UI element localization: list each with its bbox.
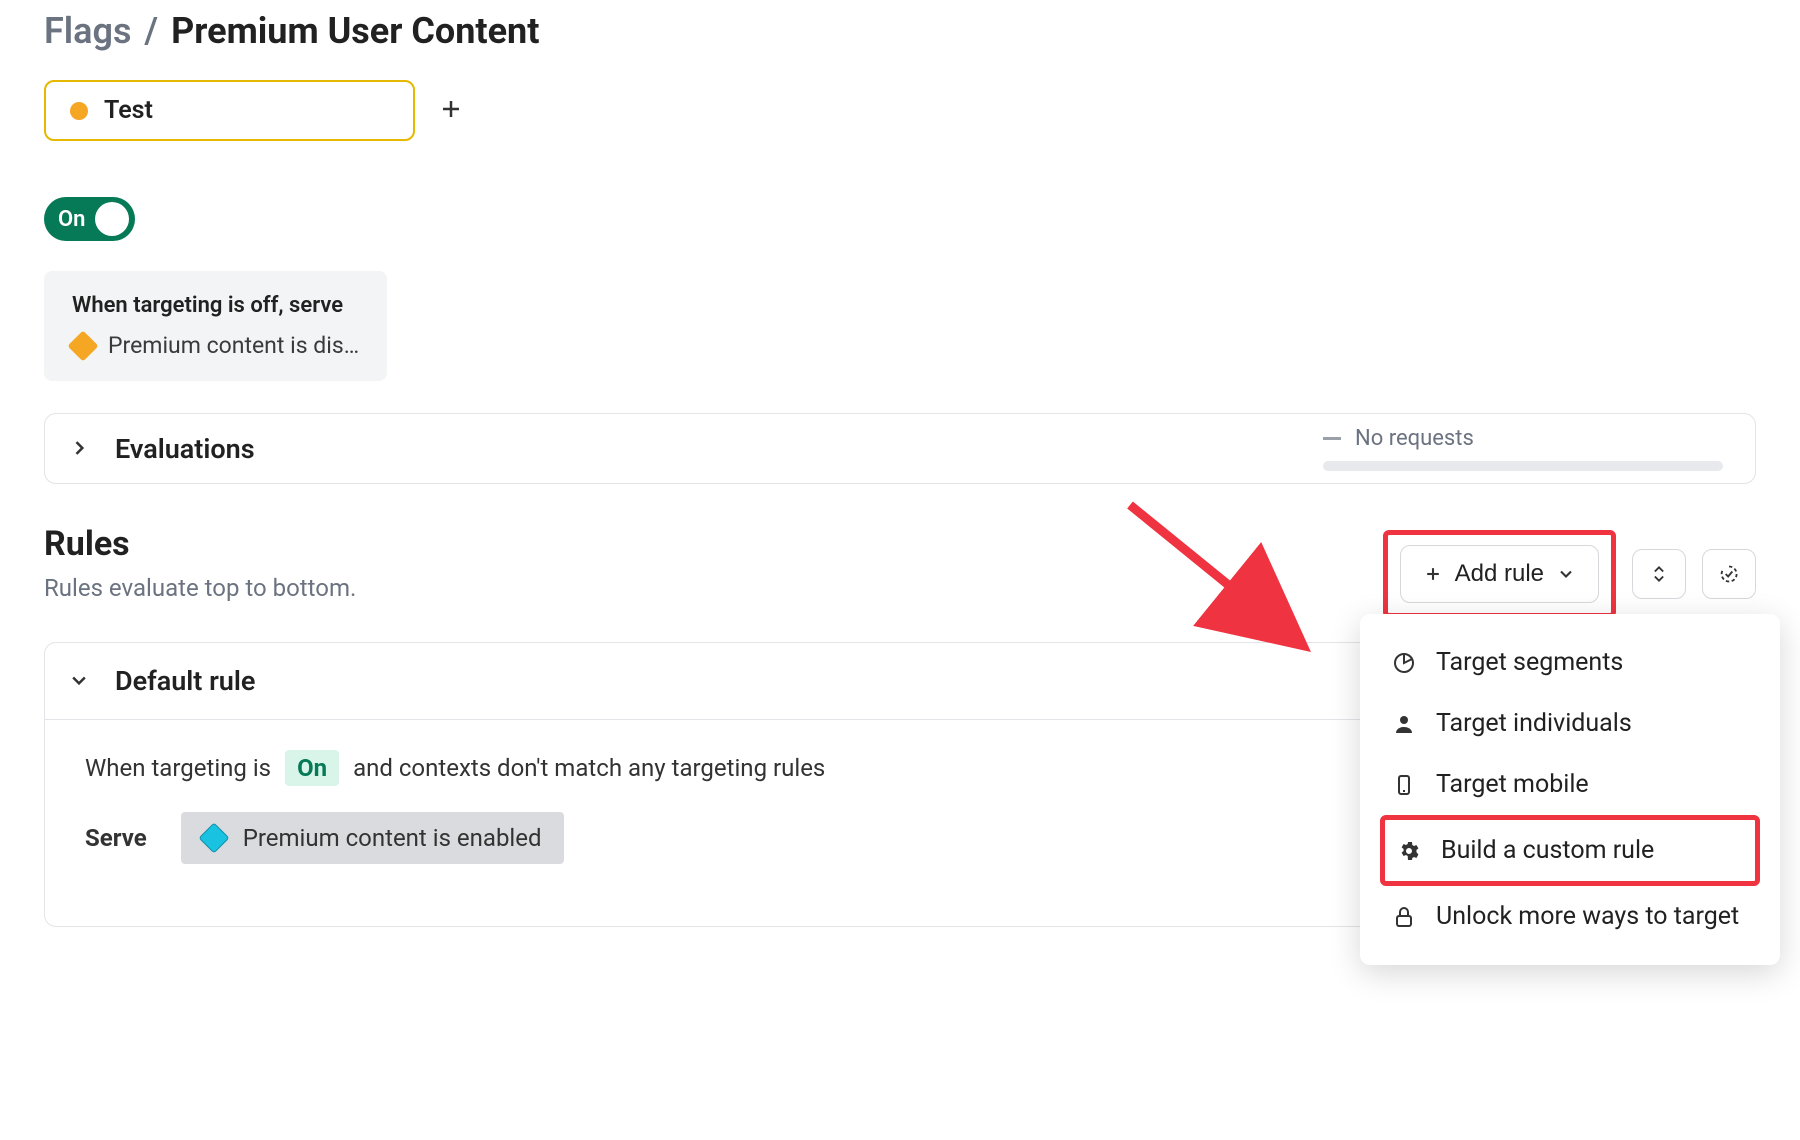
chevron-down-icon [69,665,89,697]
serve-variation-chip[interactable]: Premium content is enabled [181,812,564,864]
toggle-knob-icon [95,202,129,236]
evaluations-bar [1323,461,1723,471]
add-rule-dropdown: Target segments Target individuals Targe… [1360,614,1780,965]
environment-dot-icon [70,102,88,120]
menu-label: Build a custom rule [1441,836,1654,865]
evaluations-title: Evaluations [115,433,255,465]
add-rule-label: Add rule [1455,560,1544,588]
evaluations-stats: No requests [1323,426,1723,471]
on-chip: On [285,750,339,786]
no-requests-label: No requests [1355,426,1474,451]
environment-row: Test [44,80,1756,141]
collapse-expand-button[interactable] [1632,549,1686,599]
environment-label: Test [104,96,153,125]
dash-icon [1323,437,1341,440]
menu-build-custom-rule[interactable]: Build a custom rule [1380,815,1760,886]
menu-target-individuals[interactable]: Target individuals [1380,693,1760,754]
targeting-toggle[interactable]: On [44,197,135,241]
serve-variation-label: Premium content is enabled [243,824,542,852]
environment-pill[interactable]: Test [44,80,415,141]
breadcrumb-root[interactable]: Flags [44,10,131,52]
rules-subheading: Rules evaluate top to bottom. [44,574,356,602]
unlock-icon [1392,905,1416,929]
off-serve-card[interactable]: When targeting is off, serve Premium con… [44,271,387,381]
rules-actions: Add rule [1383,530,1756,618]
off-serve-title: When targeting is off, serve [72,293,359,318]
annotation-highlight-add-rule: Add rule [1383,530,1616,618]
serve-label: Serve [85,824,147,852]
add-environment-button[interactable] [439,97,463,125]
menu-label: Unlock more ways to target [1436,902,1739,931]
target-segments-icon [1392,651,1416,675]
menu-target-mobile[interactable]: Target mobile [1380,754,1760,815]
review-button[interactable] [1702,549,1756,599]
target-mobile-icon [1392,773,1416,797]
rules-header: Rules Rules evaluate top to bottom. Add … [44,524,1756,618]
breadcrumb-current: Premium User Content [171,10,539,52]
toggle-label: On [58,207,85,232]
evaluations-panel[interactable]: Evaluations No requests [44,413,1756,484]
menu-label: Target mobile [1436,770,1589,799]
breadcrumb: Flags / Premium User Content [44,10,1756,52]
progress-check-icon [1719,564,1739,584]
off-serve-variation-label: Premium content is dis… [108,332,359,359]
menu-label: Target individuals [1436,709,1632,738]
add-rule-button[interactable]: Add rule [1400,545,1599,603]
chevron-right-icon [69,433,89,465]
menu-label: Target segments [1436,648,1623,677]
target-individuals-icon [1392,712,1416,736]
menu-target-segments[interactable]: Target segments [1380,632,1760,693]
rules-heading: Rules [44,524,356,564]
variation-diamond-icon [67,330,98,361]
condition-text-b: and contexts don't match any targeting r… [353,754,825,782]
variation-diamond-icon [198,822,229,853]
default-rule-title: Default rule [115,665,255,697]
targeting-toggle-row: On [44,197,1756,241]
off-serve-variation: Premium content is dis… [72,332,359,359]
chevron-down-icon [1556,564,1576,584]
menu-unlock-more[interactable]: Unlock more ways to target [1380,886,1760,947]
build-custom-rule-icon [1397,839,1421,863]
collapse-icon [1649,564,1669,584]
condition-text-a: When targeting is [85,754,271,782]
breadcrumb-sep: / [140,10,162,52]
